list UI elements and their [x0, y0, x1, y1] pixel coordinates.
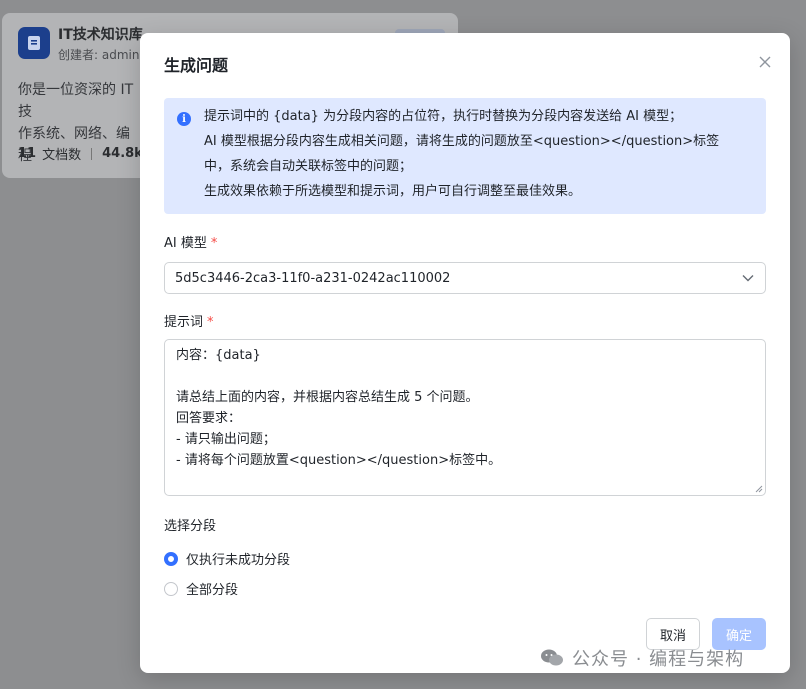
required-mark: * — [210, 236, 218, 251]
option-all-segments[interactable]: 全部分段 — [164, 579, 238, 598]
option-label: 全部分段 — [186, 583, 239, 598]
prompt-line: - 请只输出问题； — [176, 432, 276, 447]
option-label: 仅执行未成功分段 — [186, 553, 291, 568]
model-label: AI 模型 * — [164, 236, 218, 251]
wechat-icon — [541, 649, 563, 666]
prompt-line — [176, 366, 754, 387]
prompt-line: 回答要求： — [176, 411, 242, 426]
doc-count: 11 — [18, 146, 37, 161]
radio-checked[interactable] — [164, 551, 178, 566]
prompt-line: - 请将每个问题放置<question></question>标签中。 — [176, 453, 502, 468]
close-icon[interactable] — [754, 51, 776, 73]
model-select[interactable]: 5d5c3446-2ca3-11f0-a231-0242ac110002 — [164, 262, 766, 294]
knowledge-base-icon — [18, 27, 50, 59]
segment-label: 选择分段 — [164, 519, 217, 534]
model-select-value: 5d5c3446-2ca3-11f0-a231-0242ac110002 — [175, 270, 451, 286]
doc-count-label: 文档数 — [42, 148, 82, 163]
dialog-title: 生成问题 — [164, 56, 229, 75]
prompt-line: 内容：{data} — [176, 348, 261, 363]
info-icon: i — [177, 112, 191, 126]
info-alert: i 提示词中的 {data} 为分段内容的占位符，执行时替换为分段内容发送给 A… — [164, 98, 766, 214]
info-line: 中，系统会自动关联标签中的问题； — [204, 159, 413, 174]
prompt-line: 请总结上面的内容，并根据内容总结生成 5 个问题。 — [176, 390, 479, 405]
resize-handle-icon[interactable] — [755, 485, 763, 493]
option-failed-segments[interactable]: 仅执行未成功分段 — [164, 549, 290, 568]
radio-unchecked[interactable] — [164, 581, 178, 596]
char-count: 44.8k — [102, 146, 143, 161]
info-line: 生成效果依赖于所选模型和提示词，用户可自行调整至最佳效果。 — [204, 184, 582, 199]
generate-questions-dialog: 生成问题 i 提示词中的 {data} 为分段内容的占位符，执行时替换为分段内容… — [140, 33, 790, 673]
card-creator: 创建者: admin — [58, 48, 140, 62]
required-mark: * — [207, 315, 214, 330]
info-line: AI 模型根据分段内容生成相关问题，请将生成的问题放至<question></q… — [204, 134, 720, 149]
prompt-textarea[interactable]: 内容：{data} 请总结上面的内容，并根据内容总结生成 5 个问题。 回答要求… — [164, 339, 766, 496]
stats-divider — [91, 147, 93, 160]
watermark-text: 公众号 · 编程与架构 — [572, 649, 745, 670]
info-line: 提示词中的 {data} 为分段内容的占位符，执行时替换为分段内容发送给 AI … — [204, 109, 683, 124]
prompt-label: 提示词 * — [164, 315, 214, 330]
watermark: 公众号 · 编程与架构 — [540, 645, 744, 671]
card-title: IT技术知识库 — [58, 27, 143, 43]
chevron-down-icon[interactable] — [741, 271, 755, 285]
